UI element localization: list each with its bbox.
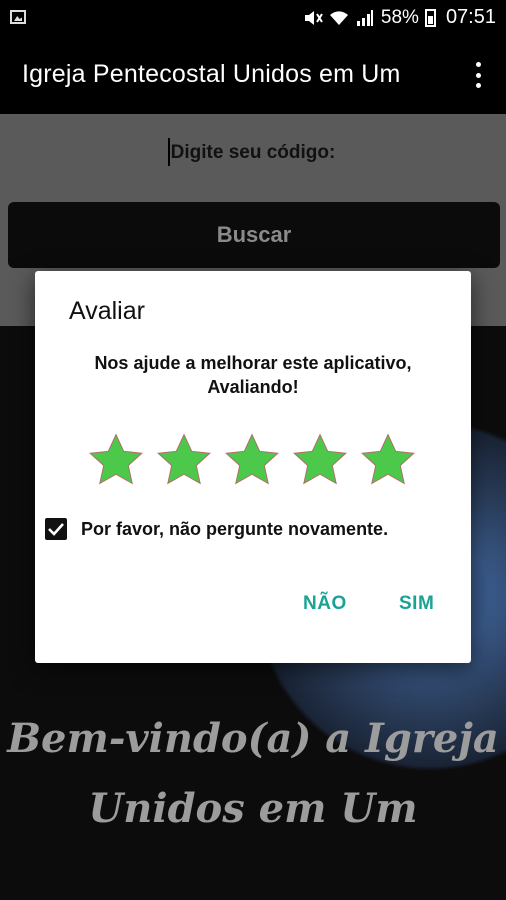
clock: 07:51 (445, 6, 496, 28)
battery-icon (424, 8, 436, 27)
star-icon[interactable] (223, 431, 281, 489)
dont-ask-again-checkbox[interactable] (45, 518, 67, 540)
battery-percent: 58% (380, 6, 419, 28)
wifi-icon (329, 8, 349, 28)
mute-icon (303, 8, 323, 28)
rating-dialog: Avaliar Nos ajude a melhorar este aplica… (35, 271, 471, 663)
app-bar: Igreja Pentecostal Unidos em Um (0, 36, 506, 114)
dont-ask-again-label: Por favor, não pergunte novamente. (81, 518, 389, 539)
yes-button[interactable]: SIM (399, 593, 434, 615)
star-icon[interactable] (291, 431, 349, 489)
image-icon (10, 10, 26, 24)
star-icon[interactable] (359, 431, 417, 489)
status-icons: 58% 07:51 (303, 6, 496, 29)
status-bar: 58% 07:51 (0, 0, 506, 36)
dont-ask-again-row[interactable]: Por favor, não pergunte novamente. (45, 518, 388, 540)
check-icon (48, 523, 64, 536)
star-icon[interactable] (155, 431, 213, 489)
dialog-title: Avaliar (69, 297, 145, 325)
star-icon[interactable] (87, 431, 145, 489)
no-button[interactable]: NÃO (303, 593, 347, 615)
signal-icon (355, 8, 375, 28)
more-vert-icon[interactable] (474, 62, 482, 88)
app-title: Igreja Pentecostal Unidos em Um (22, 60, 401, 88)
rating-bar[interactable] (87, 431, 417, 489)
dialog-message-line-1: Nos ajude a melhorar este aplicativo, (94, 353, 412, 373)
dialog-message-line-2: Avaliando! (207, 377, 299, 397)
dialog-message: Nos ajude a melhorar este aplicativo, Av… (35, 351, 471, 399)
